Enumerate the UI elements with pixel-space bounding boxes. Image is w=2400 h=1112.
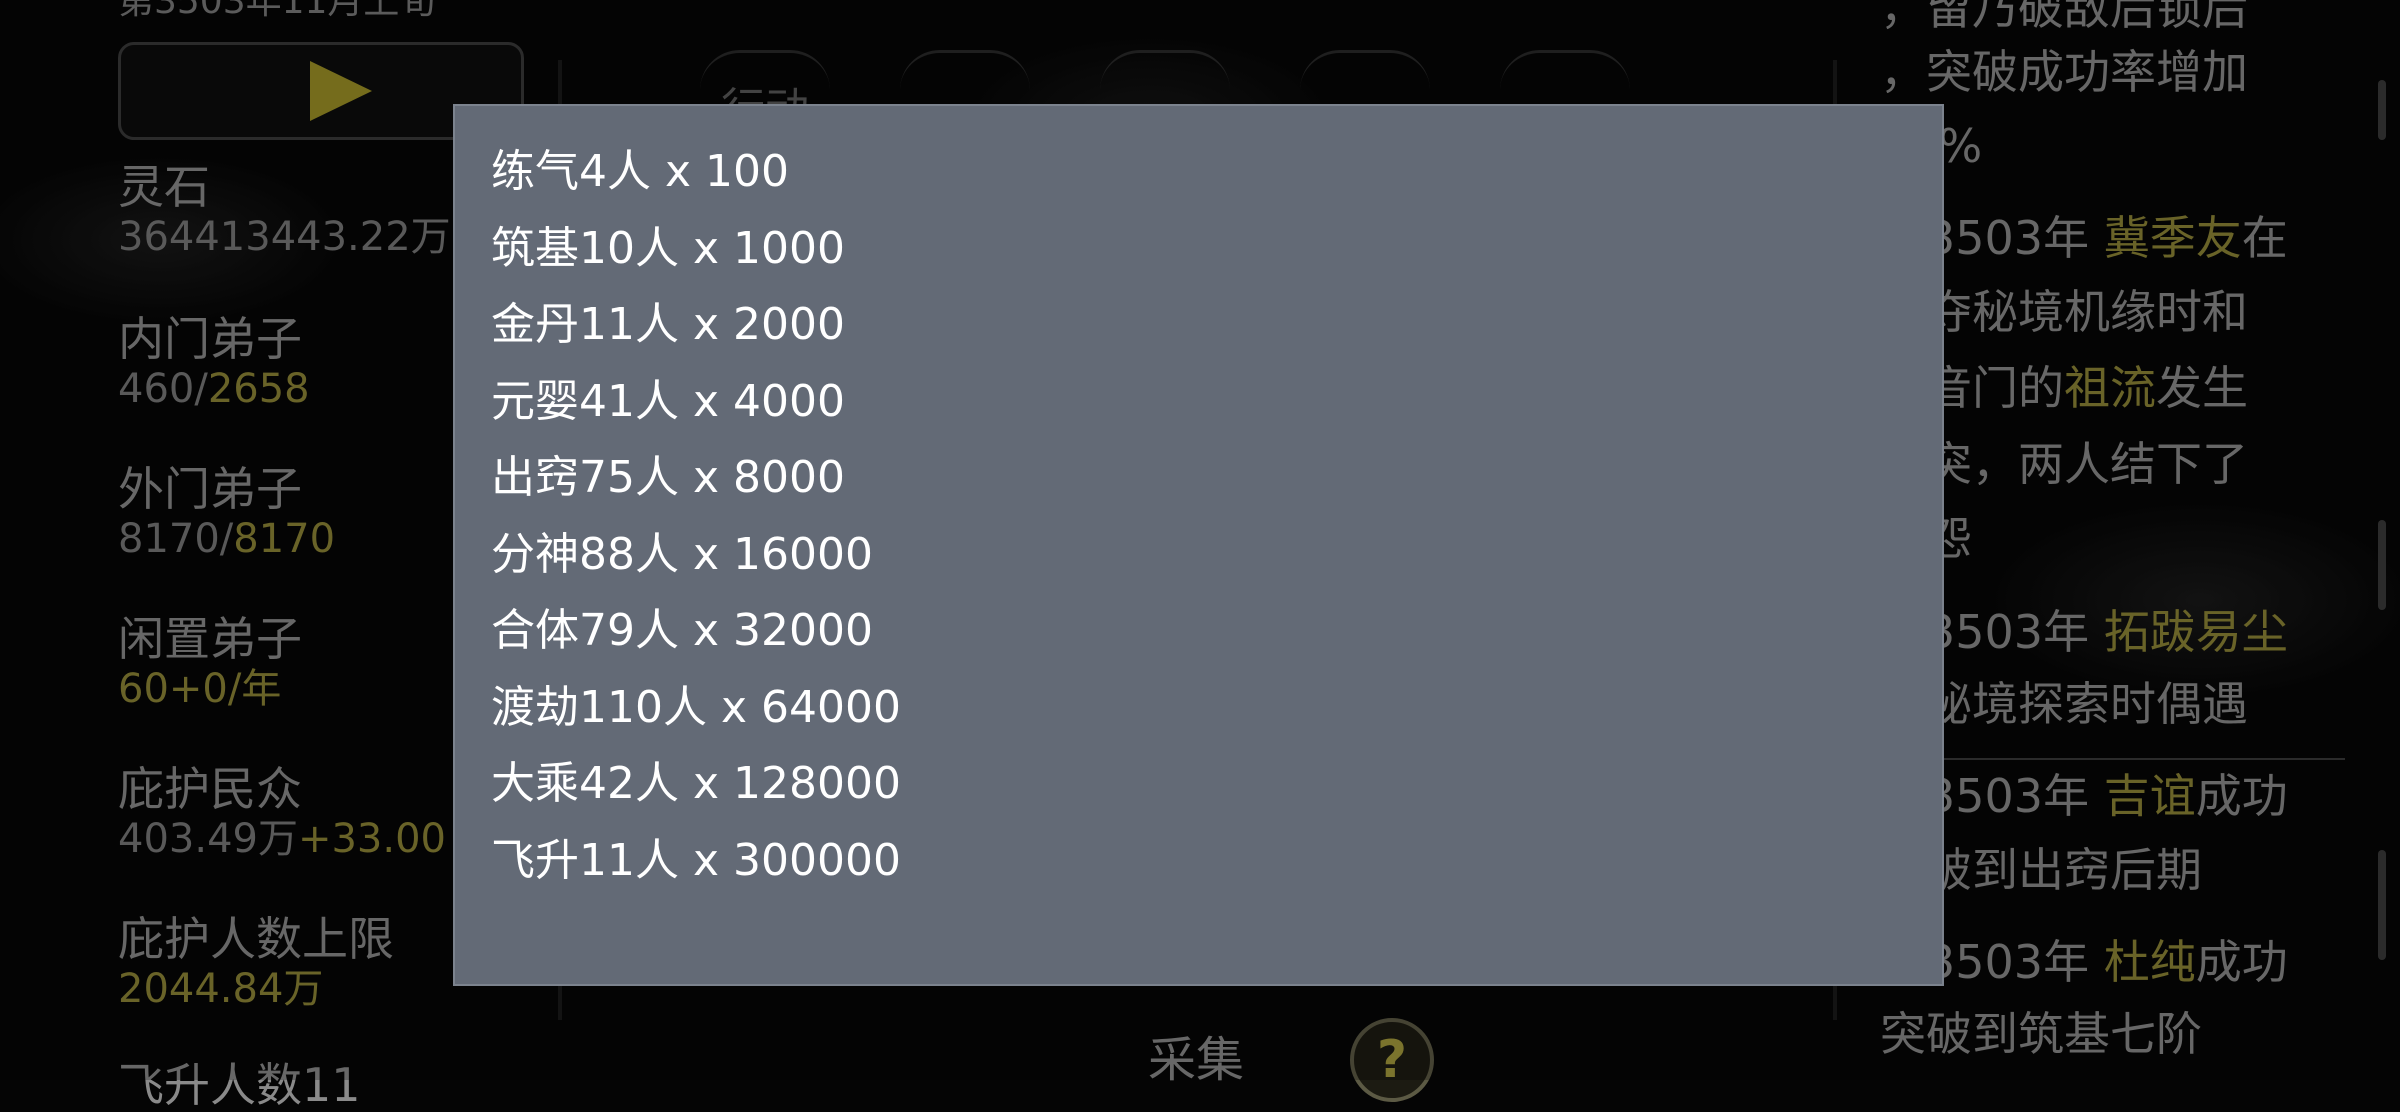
list-item: 练气4人 x 100 xyxy=(491,146,789,197)
list-item: 合体79人 x 32000 xyxy=(491,605,873,656)
realm-list: 练气4人 x 100 筑基10人 x 1000 金丹11人 x 2000 元婴4… xyxy=(491,134,901,899)
list-item: 元婴41人 x 4000 xyxy=(491,375,845,427)
list-item: 飞升11人 x 300000 xyxy=(491,834,901,886)
disciple-realm-dialog: 练气4人 x 100 筑基10人 x 1000 金丹11人 x 2000 元婴4… xyxy=(453,104,1944,986)
list-item: 分神88人 x 16000 xyxy=(491,528,873,580)
list-item: 出窍75人 x 8000 xyxy=(491,452,845,503)
list-item: 筑基10人 x 1000 xyxy=(491,222,845,274)
list-item: 大乘42人 x 128000 xyxy=(491,758,901,809)
list-item: 金丹11人 x 2000 xyxy=(491,299,845,350)
list-item: 渡劫110人 x 64000 xyxy=(491,681,901,733)
